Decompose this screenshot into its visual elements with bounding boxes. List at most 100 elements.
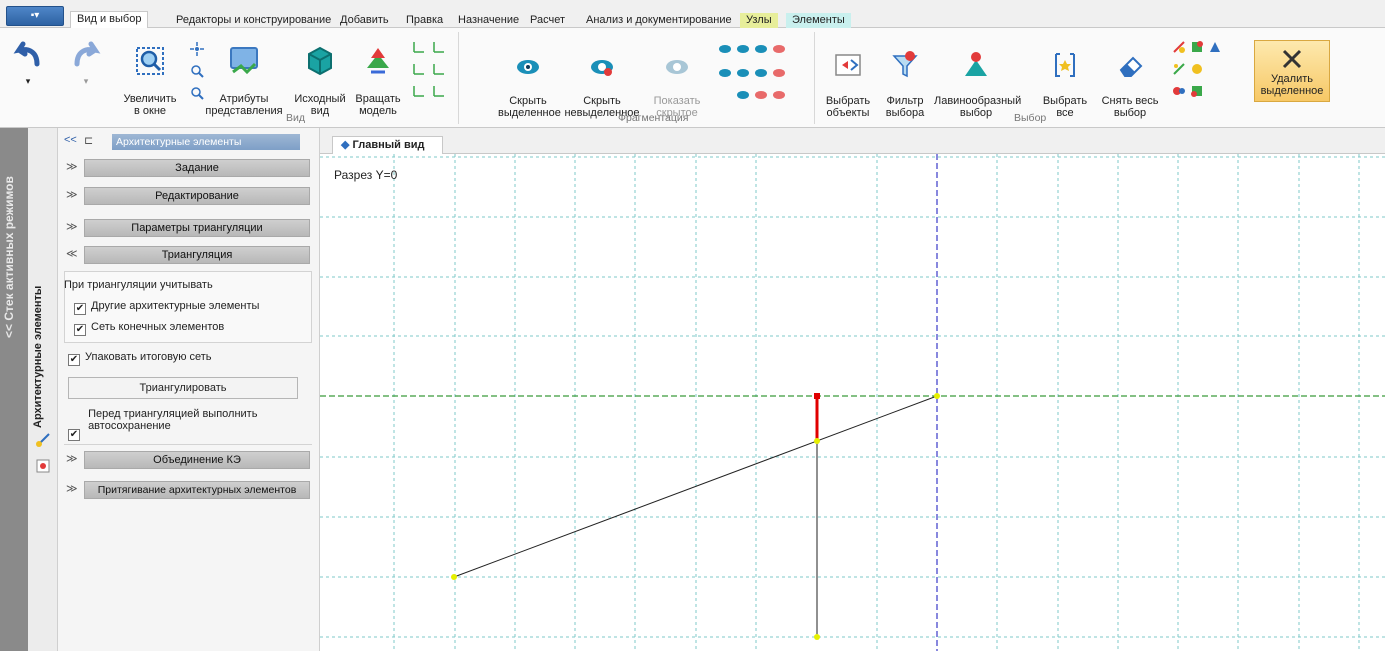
divider (64, 444, 312, 445)
tab-edit[interactable]: Правка (400, 13, 449, 29)
tab-main-view[interactable]: ◆ Главный вид (332, 136, 444, 154)
select-tool-6-icon[interactable] (1172, 84, 1186, 98)
section-merge-fe[interactable]: ≫ Объединение КЭ (62, 451, 312, 469)
select-tool-7-icon[interactable] (1190, 84, 1204, 98)
select-tool-4-icon[interactable] (1172, 62, 1186, 76)
view-bottom-icon[interactable] (432, 84, 446, 98)
model-canvas[interactable] (320, 154, 1385, 651)
fragment-eye-4-icon[interactable] (772, 42, 786, 56)
zoom-all-icon[interactable] (190, 42, 204, 56)
main-view-label: Главный вид (352, 139, 425, 151)
mode-icon[interactable] (35, 458, 51, 474)
fragment-eye-3-icon[interactable] (754, 42, 768, 56)
view-front-icon[interactable] (412, 40, 426, 54)
select-objects-label: Выбрать объекты (825, 95, 871, 119)
tab-assign[interactable]: Назначение (452, 13, 525, 29)
application-menu-button[interactable]: ▪▾ (6, 6, 64, 26)
model-viewport[interactable] (320, 154, 1385, 651)
section-triangulation[interactable]: ≪ Триангуляция (62, 246, 312, 264)
checkbox-checked[interactable]: ✔ (68, 429, 80, 441)
checkbox-label: Другие архитектурные элементы (91, 300, 260, 312)
tab-editors[interactable]: Редакторы и конструирование (170, 13, 337, 29)
active-modes-stack[interactable]: << Стек активных режимов (0, 128, 28, 651)
fragment-eye-5-icon[interactable] (718, 66, 732, 80)
selected-node[interactable] (814, 393, 820, 399)
selection-filter-button[interactable]: Фильтр выбора (880, 38, 930, 119)
arch-elements-mode-title: Архитектурные элементы (32, 285, 44, 428)
checkbox-checked[interactable]: ✔ (74, 303, 86, 315)
tab-calc[interactable]: Расчет (524, 13, 571, 29)
node[interactable] (814, 438, 820, 444)
view-iso-icon[interactable] (432, 62, 446, 76)
fragment-eye-7-icon[interactable] (754, 66, 768, 80)
group-label-select: Выбор (1014, 112, 1047, 124)
view-back-icon[interactable] (412, 84, 426, 98)
tab-analysis[interactable]: Анализ и документирование (580, 13, 738, 29)
select-tool-1-icon[interactable] (1172, 40, 1186, 54)
select-tool-5-icon[interactable] (1190, 62, 1204, 76)
rotate-model-button[interactable]: Вращать модель (352, 32, 404, 117)
zoom-window-button[interactable]: Увеличить в окне (120, 32, 180, 117)
fragment-eye-6-icon[interactable] (736, 66, 750, 80)
section-task[interactable]: ≫ Задание (62, 159, 312, 177)
panel-collapse-button[interactable]: << (64, 134, 77, 146)
node[interactable] (451, 574, 457, 580)
checkbox-checked[interactable]: ✔ (68, 354, 80, 366)
tab-view-select[interactable]: Вид и выбор (70, 11, 149, 29)
fragment-eye-1-icon[interactable] (718, 42, 732, 56)
section-snap-arch[interactable]: ≫ Притягивание архитектурных элементов (62, 481, 312, 499)
select-objects-button[interactable]: Выбрать объекты (822, 38, 874, 119)
view-side-icon[interactable] (432, 40, 446, 54)
section-triangulation-params[interactable]: ≫ Параметры триангуляции (62, 219, 312, 237)
node[interactable] (934, 393, 940, 399)
deselect-all-button[interactable]: Снять весь выбор (1098, 38, 1162, 119)
checkbox-other-arch-elements[interactable]: ✔ Другие архитектурные элементы (74, 300, 259, 315)
redo-button[interactable]: ▾ (66, 38, 106, 87)
arch-elements-mode-tab[interactable]: Архитектурные элементы (28, 128, 58, 651)
zoom-out-icon[interactable] (190, 86, 204, 100)
viewport-tab-bar: ◆ Главный вид (320, 128, 1385, 154)
avalanche-select-icon (965, 52, 987, 76)
triangulate-button[interactable]: Триангулировать (68, 377, 298, 399)
eye-icon (517, 60, 539, 74)
node[interactable] (814, 634, 820, 640)
checkbox-autosave[interactable]: ✔ Перед триангуляцией выполнить автосохр… (68, 408, 257, 441)
zoom-in-icon[interactable] (190, 64, 204, 78)
selection-filter-label: Фильтр выбора (885, 95, 925, 119)
fragment-eye-9-icon[interactable] (736, 88, 750, 102)
view-top-icon[interactable] (412, 62, 426, 76)
tab-nodes[interactable]: Узлы (740, 13, 778, 29)
undo-button[interactable]: ▾ (8, 38, 48, 87)
chevron-down-icon: ≫ (66, 483, 78, 495)
section-task-label: Задание (84, 159, 310, 177)
hide-selected-button[interactable]: Скрыть выделенное (498, 42, 561, 119)
zoom-window-icon (136, 47, 164, 75)
ribbon-panel: ▾ ▾ Увеличить в окне Атрибуты представле… (0, 28, 1385, 128)
checkbox-checked[interactable]: ✔ (74, 324, 86, 336)
view-attributes-button[interactable]: Атрибуты представления (204, 32, 284, 117)
view-attributes-label: Атрибуты представления (205, 93, 283, 117)
fragment-eye-10-icon[interactable] (754, 88, 768, 102)
checkbox-label: Упаковать итоговую сеть (85, 351, 212, 363)
tab-add[interactable]: Добавить (334, 13, 395, 29)
avalanche-select-button[interactable]: Лавинообразный выбор (934, 38, 1021, 119)
eye-red-icon (591, 60, 613, 76)
select-tool-2-icon[interactable] (1190, 40, 1204, 54)
arch-line-element[interactable] (453, 395, 938, 578)
section-snap-arch-label: Притягивание архитектурных элементов (84, 481, 310, 499)
select-tool-3-icon[interactable] (1208, 40, 1222, 54)
checkbox-pack-mesh[interactable]: ✔ Упаковать итоговую сеть (68, 351, 212, 366)
show-hidden-button[interactable]: Показать скрытое (648, 42, 706, 119)
hide-unselected-button[interactable]: Скрыть невыделенное (562, 42, 642, 119)
autosave-label-line1: Перед триангуляцией выполнить (88, 408, 258, 420)
section-editing[interactable]: ≫ Редактирование (62, 187, 312, 205)
fragment-eye-8-icon[interactable] (772, 66, 786, 80)
panel-pin-button[interactable]: ⊏ (84, 134, 93, 147)
delete-selected-button[interactable]: Удалить выделенное (1254, 40, 1330, 102)
fragment-eye-11-icon[interactable] (772, 88, 786, 102)
tab-elements[interactable]: Элементы (786, 13, 851, 29)
fragment-eye-2-icon[interactable] (736, 42, 750, 56)
select-all-button[interactable]: Выбрать все (1040, 38, 1090, 119)
initial-view-button[interactable]: Исходный вид (292, 32, 348, 117)
checkbox-fe-mesh[interactable]: ✔ Сеть конечных элементов (74, 321, 224, 336)
